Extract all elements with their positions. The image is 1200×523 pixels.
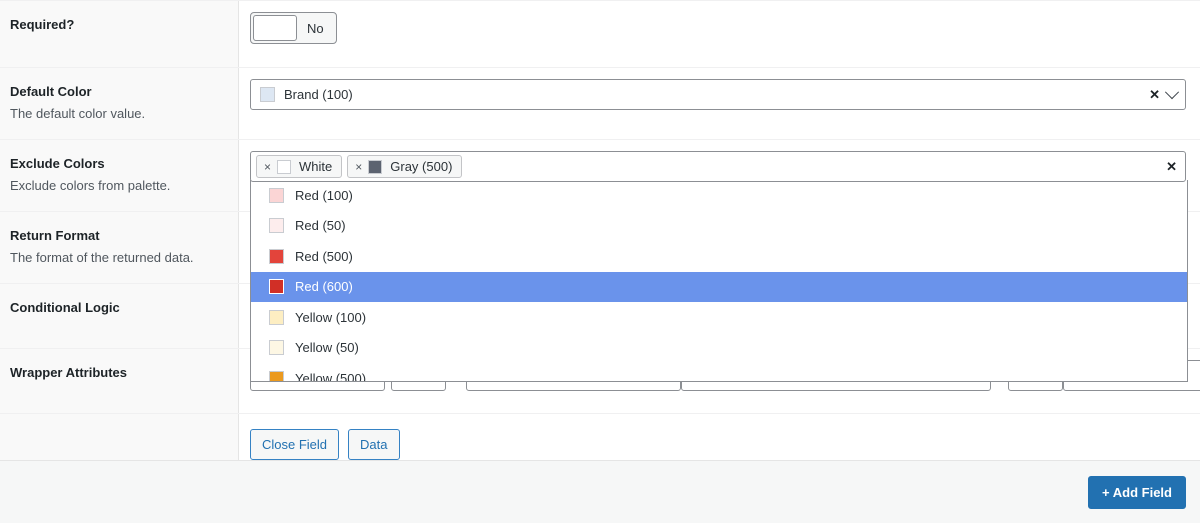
color-swatch-icon	[269, 371, 284, 382]
dropdown-option-highlighted[interactable]: Red (600)	[251, 272, 1187, 303]
row-return-format-label-cell: Return Format The format of the returned…	[0, 212, 239, 283]
chevron-down-icon[interactable]	[1165, 85, 1179, 99]
field-rows: Required? No Default Color The default c…	[0, 1, 1200, 477]
color-swatch-icon	[269, 249, 284, 264]
color-swatch-icon	[269, 218, 284, 233]
remove-tag-icon[interactable]: ×	[348, 161, 368, 173]
row-return-format-desc: The format of the returned data.	[10, 248, 224, 268]
dropdown-option-label: Red (50)	[295, 218, 346, 233]
dropdown-option-label: Yellow (100)	[295, 310, 366, 325]
panel-footer: + Add Field	[0, 460, 1200, 523]
data-button[interactable]: Data	[348, 429, 399, 460]
exclude-colors-multiselect[interactable]: × White × Gray (500) ✕	[250, 151, 1186, 182]
dropdown-option-label: Red (500)	[295, 249, 353, 264]
dropdown-option-label: Red (100)	[295, 188, 353, 203]
exclude-colors-dropdown: Red (100) Red (50) Red (500) Red (600)	[250, 180, 1188, 382]
row-conditional-logic-label-cell: Conditional Logic	[0, 284, 239, 348]
default-color-select[interactable]: Brand (100) ✕	[250, 79, 1186, 110]
exclude-colors-tag-list: × White × Gray (500)	[256, 155, 1166, 178]
color-swatch-icon	[269, 310, 284, 325]
row-default-color: Default Color The default color value. B…	[0, 68, 1200, 140]
color-swatch-icon	[277, 160, 291, 174]
dropdown-option[interactable]: Yellow (50)	[251, 333, 1187, 364]
field-settings-panel: Required? No Default Color The default c…	[0, 0, 1200, 523]
row-default-color-title: Default Color	[10, 82, 224, 102]
dropdown-option-label: Yellow (50)	[295, 340, 359, 355]
required-toggle-knob[interactable]	[253, 15, 297, 41]
color-swatch-icon	[260, 87, 275, 102]
selected-tag[interactable]: × White	[256, 155, 342, 178]
remove-tag-icon[interactable]: ×	[257, 161, 277, 173]
color-swatch-icon	[269, 188, 284, 203]
default-color-select-actions: ✕	[1149, 88, 1177, 101]
row-exclude-colors-label-cell: Exclude Colors Exclude colors from palet…	[0, 140, 239, 211]
row-conditional-logic-title: Conditional Logic	[10, 298, 224, 318]
row-default-color-input-cell: Brand (100) ✕	[239, 68, 1200, 139]
required-toggle-label: No	[299, 13, 336, 43]
dropdown-option-label: Red (600)	[295, 279, 353, 294]
row-required-input-cell: No	[239, 1, 1200, 67]
color-swatch-icon	[368, 160, 382, 174]
row-default-color-desc: The default color value.	[10, 104, 224, 124]
dropdown-option[interactable]: Red (100)	[251, 180, 1187, 211]
row-return-format-title: Return Format	[10, 226, 224, 246]
dropdown-option[interactable]: Yellow (500)	[251, 363, 1187, 382]
clear-all-icon[interactable]: ✕	[1166, 160, 1177, 173]
dropdown-option[interactable]: Red (500)	[251, 241, 1187, 272]
default-color-selected-label: Brand (100)	[284, 87, 353, 102]
row-required-label-cell: Required?	[0, 1, 239, 67]
dropdown-option[interactable]: Red (50)	[251, 211, 1187, 242]
row-exclude-colors-input-cell: × White × Gray (500) ✕	[239, 140, 1200, 211]
row-exclude-colors-title: Exclude Colors	[10, 154, 224, 174]
row-wrapper-attributes-title: Wrapper Attributes	[10, 363, 224, 383]
color-swatch-icon	[269, 340, 284, 355]
add-field-button[interactable]: + Add Field	[1088, 476, 1186, 509]
row-required: Required? No	[0, 1, 1200, 68]
row-wrapper-attributes-label-cell: Wrapper Attributes	[0, 349, 239, 413]
color-swatch-icon	[269, 279, 284, 294]
close-field-button[interactable]: Close Field	[250, 429, 339, 460]
clear-selection-icon[interactable]: ✕	[1149, 88, 1160, 101]
row-exclude-colors: Exclude Colors Exclude colors from palet…	[0, 140, 1200, 212]
row-default-color-label-cell: Default Color The default color value.	[0, 68, 239, 139]
selected-tag-label: White	[299, 159, 332, 174]
selected-tag[interactable]: × Gray (500)	[347, 155, 462, 178]
dropdown-option-label: Yellow (500)	[295, 371, 366, 382]
dropdown-option[interactable]: Yellow (100)	[251, 302, 1187, 333]
row-exclude-colors-desc: Exclude colors from palette.	[10, 176, 224, 196]
required-toggle[interactable]: No	[250, 12, 337, 44]
row-required-title: Required?	[10, 15, 224, 35]
selected-tag-label: Gray (500)	[390, 159, 452, 174]
default-color-selected-value: Brand (100)	[260, 87, 1149, 102]
